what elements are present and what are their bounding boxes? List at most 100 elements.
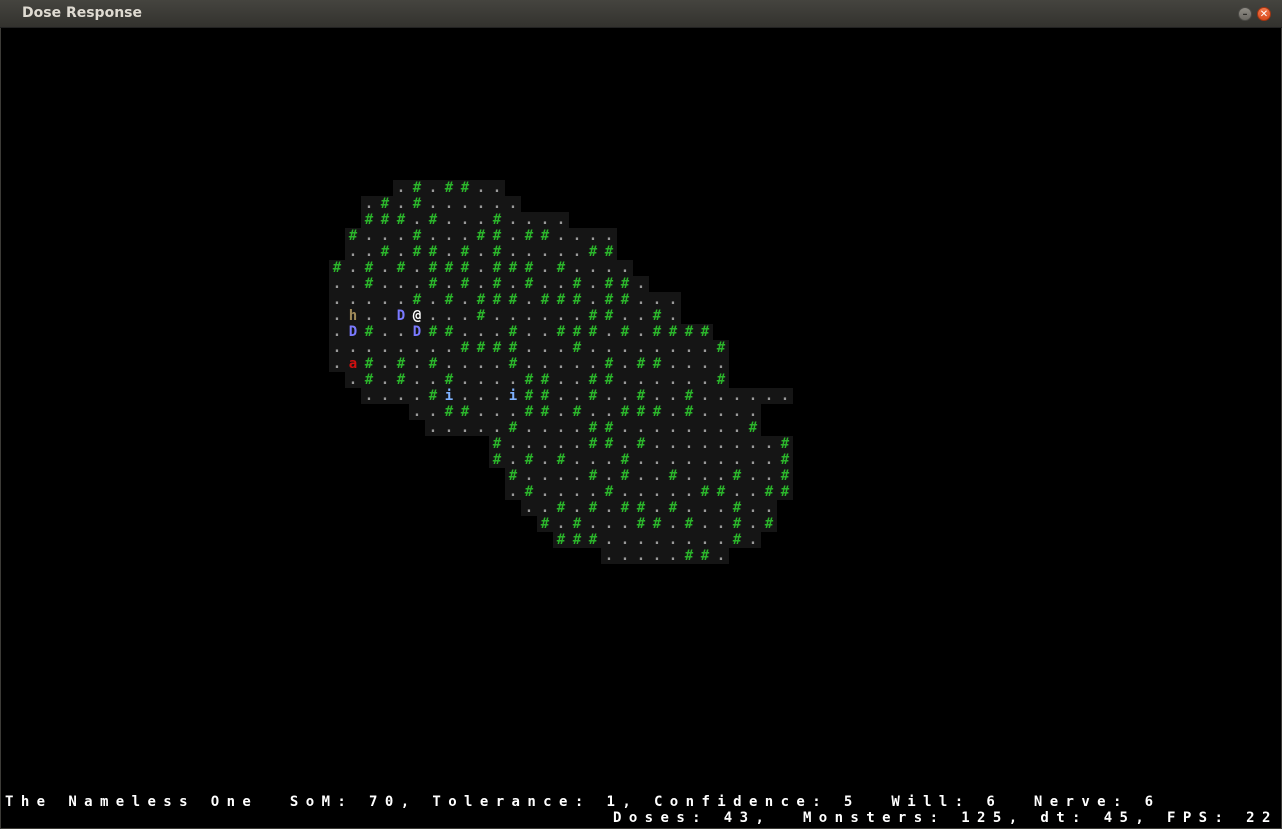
- floor-tile: .: [377, 228, 393, 244]
- floor-tile: .: [457, 420, 473, 436]
- floor-tile: .: [457, 372, 473, 388]
- floor-tile: .: [473, 260, 489, 276]
- floor-tile: .: [681, 356, 697, 372]
- floor-tile: .: [585, 516, 601, 532]
- floor-tile: .: [585, 260, 601, 276]
- tree-wall-tile: #: [585, 388, 601, 404]
- floor-tile: .: [761, 468, 777, 484]
- floor-tile: .: [729, 388, 745, 404]
- tree-wall-tile: #: [489, 228, 505, 244]
- tree-wall-tile: #: [457, 340, 473, 356]
- floor-tile: .: [441, 196, 457, 212]
- floor-tile: .: [681, 420, 697, 436]
- floor-tile: .: [569, 436, 585, 452]
- floor-tile: .: [601, 388, 617, 404]
- floor-tile: .: [489, 324, 505, 340]
- floor-tile: .: [665, 548, 681, 564]
- tree-wall-tile: #: [489, 340, 505, 356]
- floor-tile: .: [537, 276, 553, 292]
- tree-wall-tile: #: [521, 260, 537, 276]
- floor-tile: .: [441, 308, 457, 324]
- floor-tile: .: [425, 292, 441, 308]
- floor-tile: .: [361, 308, 377, 324]
- floor-tile: .: [521, 212, 537, 228]
- floor-tile: .: [665, 436, 681, 452]
- close-button[interactable]: ✕: [1257, 7, 1271, 21]
- tree-wall-tile: #: [649, 404, 665, 420]
- floor-tile: .: [409, 276, 425, 292]
- tree-wall-tile: #: [553, 292, 569, 308]
- tree-wall-tile: #: [425, 244, 441, 260]
- floor-tile: .: [761, 436, 777, 452]
- status-line-stats: Doses: 43, Monsters: 125, dt: 45, FPS: 2…: [613, 810, 1278, 826]
- floor-tile: .: [409, 340, 425, 356]
- floor-tile: .: [665, 516, 681, 532]
- floor-tile: .: [537, 500, 553, 516]
- floor-tile: .: [553, 468, 569, 484]
- floor-tile: .: [473, 212, 489, 228]
- floor-tile: .: [681, 372, 697, 388]
- game-viewport[interactable]: . #. # #... #. #...... # # #. #... #.... #... #... # #…: [1, 28, 1281, 828]
- floor-tile: .: [521, 292, 537, 308]
- floor-tile: .: [713, 356, 729, 372]
- tree-wall-tile: #: [441, 180, 457, 196]
- tree-wall-tile: #: [585, 468, 601, 484]
- window-titlebar[interactable]: Dose Response – ✕: [0, 0, 1282, 28]
- tree-wall-tile: #: [409, 180, 425, 196]
- floor-tile: .: [697, 516, 713, 532]
- floor-tile: .: [553, 404, 569, 420]
- tree-wall-tile: #: [361, 324, 377, 340]
- floor-tile: .: [409, 212, 425, 228]
- floor-tile: .: [345, 292, 361, 308]
- floor-tile: .: [569, 468, 585, 484]
- floor-tile: .: [633, 468, 649, 484]
- floor-tile: .: [633, 308, 649, 324]
- floor-tile: .: [505, 244, 521, 260]
- tree-wall-tile: #: [409, 228, 425, 244]
- floor-tile: .: [649, 452, 665, 468]
- floor-tile: .: [649, 388, 665, 404]
- floor-tile: .: [601, 548, 617, 564]
- floor-tile: .: [537, 484, 553, 500]
- floor-tile: .: [569, 308, 585, 324]
- floor-tile: .: [601, 260, 617, 276]
- floor-tile: .: [617, 436, 633, 452]
- tree-wall-tile: #: [409, 244, 425, 260]
- floor-tile: .: [409, 404, 425, 420]
- tree-wall-tile: #: [425, 356, 441, 372]
- tree-wall-tile: #: [521, 276, 537, 292]
- floor-tile: .: [537, 212, 553, 228]
- tree-wall-tile: #: [393, 212, 409, 228]
- floor-tile: .: [617, 388, 633, 404]
- floor-tile: .: [633, 340, 649, 356]
- floor-tile: .: [553, 516, 569, 532]
- tree-wall-tile: #: [505, 340, 521, 356]
- floor-tile: .: [649, 500, 665, 516]
- floor-tile: .: [505, 404, 521, 420]
- floor-tile: .: [617, 372, 633, 388]
- tree-wall-tile: #: [633, 356, 649, 372]
- minimize-button[interactable]: –: [1238, 7, 1252, 21]
- floor-tile: .: [345, 340, 361, 356]
- tree-wall-tile: #: [585, 324, 601, 340]
- floor-tile: .: [633, 324, 649, 340]
- floor-tile: .: [553, 308, 569, 324]
- floor-tile: .: [745, 484, 761, 500]
- floor-tile: .: [377, 292, 393, 308]
- monster-glyph-d: D: [393, 308, 409, 324]
- floor-tile: .: [697, 420, 713, 436]
- floor-tile: .: [681, 532, 697, 548]
- tree-wall-tile: #: [489, 292, 505, 308]
- floor-tile: .: [665, 308, 681, 324]
- tree-wall-tile: #: [601, 356, 617, 372]
- tree-wall-tile: #: [569, 324, 585, 340]
- floor-tile: .: [473, 180, 489, 196]
- floor-tile: .: [553, 276, 569, 292]
- floor-tile: .: [569, 452, 585, 468]
- floor-tile: .: [393, 276, 409, 292]
- floor-tile: .: [617, 548, 633, 564]
- floor-tile: .: [665, 372, 681, 388]
- tree-wall-tile: #: [505, 260, 521, 276]
- tree-wall-tile: #: [569, 404, 585, 420]
- tree-wall-tile: #: [585, 532, 601, 548]
